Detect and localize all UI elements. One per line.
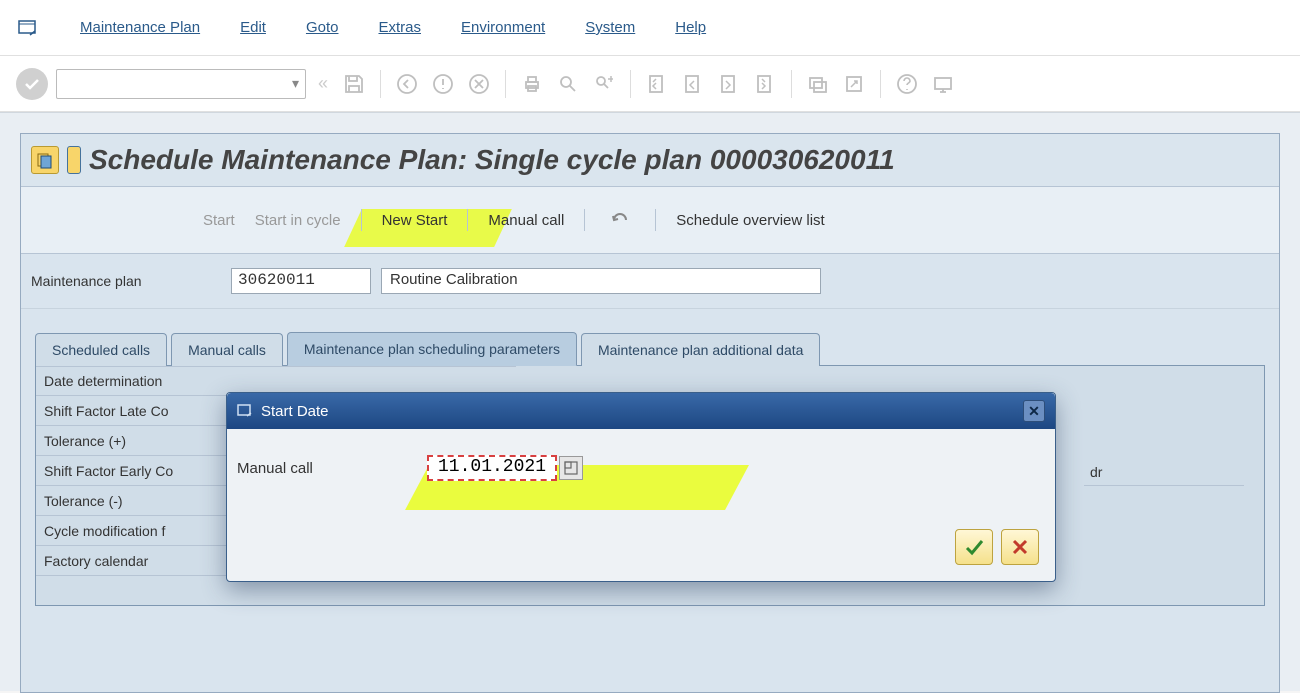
schedule-overview-button[interactable]: Schedule overview list [676, 212, 824, 229]
page-title: Schedule Maintenance Plan: Single cycle … [89, 144, 895, 176]
plan-row: Maintenance plan 30620011 Routine Calibr… [21, 254, 1279, 309]
param-tolerance-minus: Tolerance (-) [44, 493, 244, 509]
enter-button[interactable] [16, 68, 48, 100]
title-icon-1[interactable] [31, 146, 59, 174]
back-icon[interactable] [393, 70, 421, 98]
dialog-window-icon [237, 403, 253, 419]
print-icon[interactable] [518, 70, 546, 98]
help-icon[interactable] [893, 70, 921, 98]
start-in-cycle-button: Start in cycle [255, 212, 341, 229]
start-button: Start [203, 212, 235, 229]
right-column-cell: dr [1084, 458, 1244, 486]
window-menu-icon[interactable] [16, 16, 40, 40]
tabstrip: Scheduled calls Manual calls Maintenance… [35, 331, 1265, 366]
first-page-icon[interactable] [643, 70, 671, 98]
title-icon-2[interactable] [67, 146, 81, 174]
tab-manual-calls[interactable]: Manual calls [171, 333, 283, 366]
standard-toolbar: ▾ « [0, 56, 1300, 112]
menu-system[interactable]: System [585, 19, 635, 36]
dialog-title: Start Date [261, 403, 329, 420]
dialog-field-label: Manual call [237, 460, 417, 477]
dialog-close-button[interactable]: ✕ [1023, 400, 1045, 422]
menu-edit[interactable]: Edit [240, 19, 266, 36]
application-toolbar: Start Start in cycle New Start Manual ca… [21, 187, 1279, 254]
create-session-icon[interactable] [804, 70, 832, 98]
right-column-text: dr [1090, 464, 1102, 480]
chevron-left-icon: « [318, 73, 328, 94]
plan-label: Maintenance plan [31, 273, 221, 289]
param-cycle-mod: Cycle modification f [44, 523, 244, 539]
plan-id-field[interactable]: 30620011 [231, 268, 371, 294]
save-icon[interactable] [340, 70, 368, 98]
undo-icon[interactable] [605, 210, 635, 230]
dialog-body: Manual call 11.01.2021 [227, 429, 1055, 581]
param-factory-calendar: Factory calendar [44, 553, 244, 569]
menu-extras[interactable]: Extras [378, 19, 421, 36]
tab-scheduling-parameters[interactable]: Maintenance plan scheduling parameters [287, 332, 577, 366]
start-date-dialog: Start Date ✕ Manual call 11.01.2021 [226, 392, 1056, 582]
layout-icon[interactable] [929, 70, 957, 98]
find-icon[interactable] [554, 70, 582, 98]
menu-help[interactable]: Help [675, 19, 706, 36]
param-shift-early: Shift Factor Early Co [44, 463, 244, 479]
plan-description-field[interactable]: Routine Calibration [381, 268, 821, 294]
new-start-button[interactable]: New Start [382, 212, 448, 229]
tab-additional-data[interactable]: Maintenance plan additional data [581, 333, 821, 366]
menu-maintenance-plan[interactable]: Maintenance Plan [80, 19, 200, 36]
date-picker-button[interactable] [559, 456, 583, 480]
next-page-icon[interactable] [715, 70, 743, 98]
dialog-ok-button[interactable] [955, 529, 993, 565]
menu-environment[interactable]: Environment [461, 19, 545, 36]
menu-bar: Maintenance Plan Edit Goto Extras Enviro… [0, 0, 1300, 56]
param-date-determination: Date determination [44, 373, 244, 389]
prev-page-icon[interactable] [679, 70, 707, 98]
tab-scheduled-calls[interactable]: Scheduled calls [35, 333, 167, 366]
param-shift-late: Shift Factor Late Co [44, 403, 244, 419]
last-page-icon[interactable] [751, 70, 779, 98]
dialog-titlebar[interactable]: Start Date ✕ [227, 393, 1055, 429]
manual-call-date-input[interactable]: 11.01.2021 [427, 455, 557, 481]
find-next-icon[interactable] [590, 70, 618, 98]
manual-call-button[interactable]: Manual call [488, 212, 564, 229]
title-header: Schedule Maintenance Plan: Single cycle … [21, 134, 1279, 187]
generate-shortcut-icon[interactable] [840, 70, 868, 98]
menu-goto[interactable]: Goto [306, 19, 339, 36]
cancel-icon[interactable] [465, 70, 493, 98]
exit-icon[interactable] [429, 70, 457, 98]
dropdown-icon: ▾ [292, 75, 299, 92]
command-field[interactable]: ▾ [56, 69, 306, 99]
param-tolerance-plus: Tolerance (+) [44, 433, 244, 449]
dialog-cancel-button[interactable] [1001, 529, 1039, 565]
